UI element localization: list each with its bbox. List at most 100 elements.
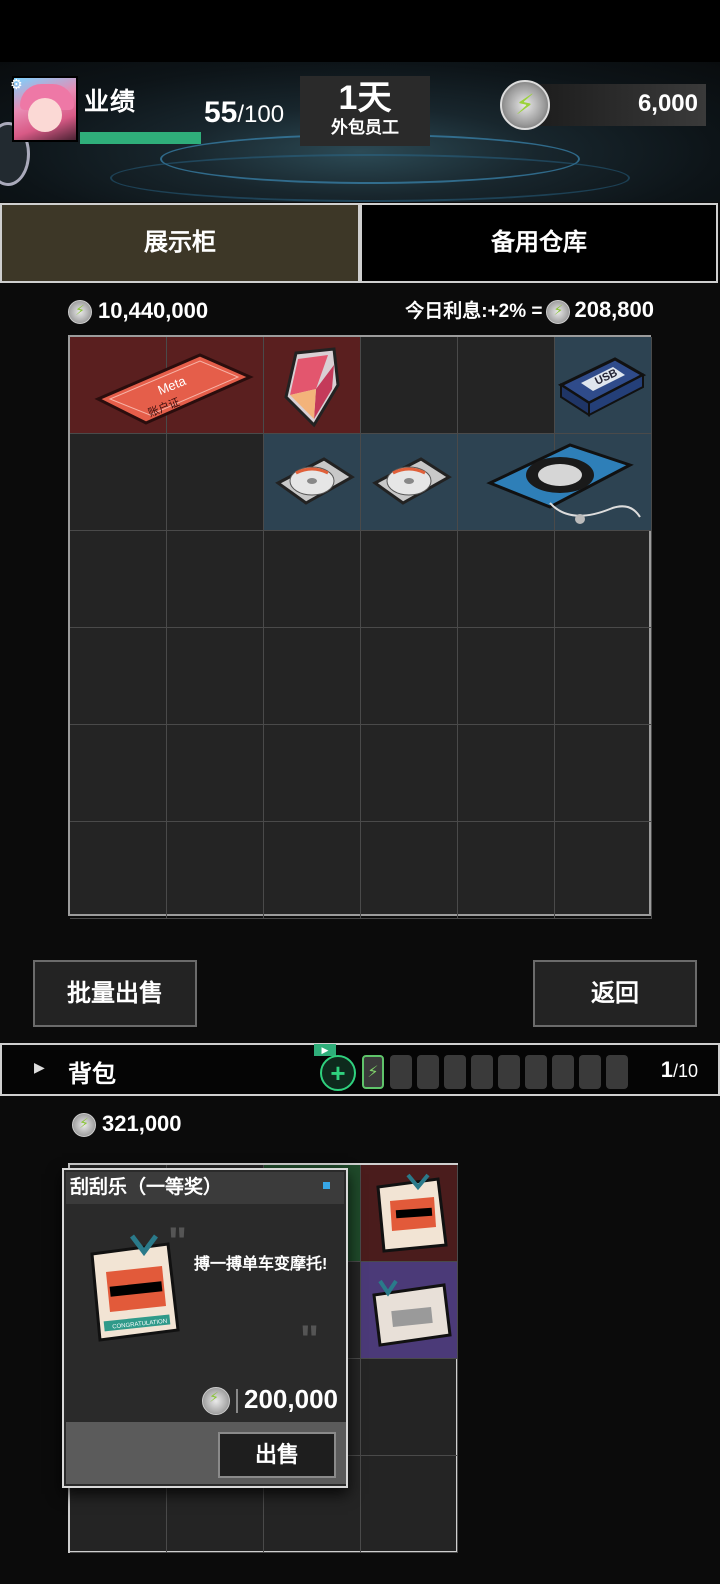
grid-cell[interactable] bbox=[458, 822, 555, 919]
coin-icon bbox=[202, 1387, 231, 1416]
grid-cell[interactable] bbox=[167, 822, 264, 919]
top-hud: ⚙ 业绩 55/100 1天 外包员工 6,000 ⚡ bbox=[0, 62, 720, 202]
interest-label: 今日利息:+2% = bbox=[405, 301, 543, 322]
crystal-shard-item[interactable] bbox=[276, 345, 346, 429]
grid-cell[interactable] bbox=[458, 725, 555, 822]
item-title: 刮刮乐（一等奖） bbox=[66, 1172, 344, 1204]
add-battery-button[interactable]: + bbox=[320, 1055, 356, 1091]
meta-account-card-item[interactable]: Meta 账户证 bbox=[80, 347, 260, 427]
performance-max: /100 bbox=[237, 101, 285, 128]
backpack-money-value: 321,000 bbox=[102, 1111, 182, 1136]
performance-progress-bar bbox=[80, 132, 201, 144]
battery-icon bbox=[552, 1055, 574, 1089]
battery-icon bbox=[362, 1055, 384, 1089]
backpack-money: 321,000 bbox=[72, 1111, 182, 1138]
stage-ring-outer bbox=[110, 154, 630, 202]
settings-gear-icon[interactable]: ⚙ bbox=[10, 76, 23, 93]
grid-cell[interactable] bbox=[167, 531, 264, 628]
battery-icon bbox=[579, 1055, 601, 1089]
storage-tabs: 展示柜 备用仓库 bbox=[0, 203, 720, 283]
showcase-money-value: 10,440,000 bbox=[98, 298, 209, 323]
cd-player-item[interactable] bbox=[480, 437, 646, 529]
showcase-money: 10,440,000 bbox=[68, 298, 209, 325]
scratch-ticket-item[interactable] bbox=[366, 1269, 456, 1355]
grid-cell[interactable] bbox=[555, 531, 652, 628]
item-price-value: 200,000 bbox=[244, 1384, 338, 1414]
avatar-face bbox=[28, 98, 62, 132]
grid-cell[interactable] bbox=[458, 628, 555, 725]
grid-cell[interactable] bbox=[70, 822, 167, 919]
price-separator bbox=[236, 1389, 239, 1414]
battery-icon bbox=[417, 1055, 439, 1089]
grid-cell[interactable] bbox=[167, 725, 264, 822]
daily-interest: 今日利息:+2% = 208,800 bbox=[405, 296, 654, 324]
grid-cell[interactable] bbox=[70, 725, 167, 822]
grid-cell[interactable] bbox=[264, 725, 361, 822]
showcase-grid: Meta 账户证 USB bbox=[68, 335, 652, 919]
coin-icon bbox=[72, 1113, 96, 1138]
sell-button[interactable]: 出售 bbox=[218, 1432, 336, 1478]
battery-icon bbox=[471, 1055, 493, 1089]
tab-spare-warehouse[interactable]: 备用仓库 bbox=[360, 203, 718, 283]
performance-label: 业绩 bbox=[84, 88, 137, 116]
backpack-title: 背包 bbox=[68, 1061, 116, 1088]
grid-cell[interactable] bbox=[361, 531, 458, 628]
day-counter: 1天 外包员工 bbox=[300, 76, 430, 146]
battery-count-current: 1 bbox=[660, 1057, 673, 1082]
scratch-card-item[interactable] bbox=[368, 1171, 454, 1257]
battery-icon bbox=[390, 1055, 412, 1089]
status-bar bbox=[0, 0, 720, 62]
battery-icon bbox=[444, 1055, 466, 1089]
day-value: 1天 bbox=[338, 79, 392, 117]
grid-cell[interactable] bbox=[264, 531, 361, 628]
grid-cell[interactable] bbox=[458, 337, 555, 434]
usb-drive-item[interactable]: USB bbox=[555, 345, 647, 425]
battery-icon bbox=[606, 1055, 628, 1089]
lightning-icon: ⚡ bbox=[515, 89, 535, 120]
popup-footer: 出售 bbox=[66, 1422, 346, 1484]
bag-cell[interactable] bbox=[361, 1359, 458, 1456]
battery-icon bbox=[498, 1055, 520, 1089]
info-dot-icon bbox=[323, 1182, 330, 1189]
backpack-count: 1/10 bbox=[661, 1057, 698, 1083]
video-ad-icon: ▶ bbox=[314, 1044, 336, 1056]
coin-icon bbox=[546, 299, 571, 324]
grid-cell[interactable] bbox=[70, 531, 167, 628]
job-title: 外包员工 bbox=[331, 118, 399, 137]
cd-disc-item[interactable] bbox=[369, 447, 453, 517]
grid-cell[interactable] bbox=[264, 822, 361, 919]
grid-cell[interactable] bbox=[361, 822, 458, 919]
performance-current: 55 bbox=[204, 96, 238, 129]
grid-cell[interactable] bbox=[555, 822, 652, 919]
interest-value: 208,800 bbox=[574, 297, 654, 322]
grid-cell[interactable] bbox=[361, 337, 458, 434]
grid-cell[interactable] bbox=[361, 628, 458, 725]
cd-disc-item[interactable] bbox=[272, 447, 356, 517]
grid-cell[interactable] bbox=[70, 628, 167, 725]
tab-showcase[interactable]: 展示柜 bbox=[0, 203, 360, 283]
item-detail-popup: 刮刮乐（一等奖） " CONGRATULATION 搏一搏单车变摩托! " 20… bbox=[62, 1168, 348, 1488]
back-button[interactable]: 返回 bbox=[533, 960, 697, 1027]
backpack-bar[interactable]: ▶ 背包 ▶ + 1/10 bbox=[0, 1043, 720, 1096]
item-description: 搏一搏单车变摩托! bbox=[194, 1256, 328, 1273]
coin-icon bbox=[68, 300, 92, 325]
grid-cell[interactable] bbox=[167, 434, 264, 531]
grid-cell[interactable] bbox=[555, 725, 652, 822]
bulk-sell-button[interactable]: 批量出售 bbox=[33, 960, 197, 1027]
battery-icon bbox=[525, 1055, 547, 1089]
battery-count-max: /10 bbox=[672, 1061, 698, 1081]
quote-close-icon: " bbox=[300, 1318, 319, 1362]
grid-cell[interactable] bbox=[167, 628, 264, 725]
scratch-card-image: CONGRATULATION bbox=[90, 1234, 180, 1342]
item-price: 200,000 bbox=[202, 1384, 338, 1416]
grid-cell[interactable] bbox=[361, 725, 458, 822]
grid-cell[interactable] bbox=[458, 531, 555, 628]
grid-cell[interactable] bbox=[555, 628, 652, 725]
energy-coin-icon: ⚡ bbox=[500, 80, 550, 130]
energy-value: 6,000 bbox=[637, 90, 698, 117]
expand-arrow-icon[interactable]: ▶ bbox=[34, 1059, 45, 1076]
bag-cell[interactable] bbox=[361, 1456, 458, 1553]
performance-value: 55/100 bbox=[204, 96, 284, 130]
grid-cell[interactable] bbox=[264, 628, 361, 725]
grid-cell[interactable] bbox=[70, 434, 167, 531]
